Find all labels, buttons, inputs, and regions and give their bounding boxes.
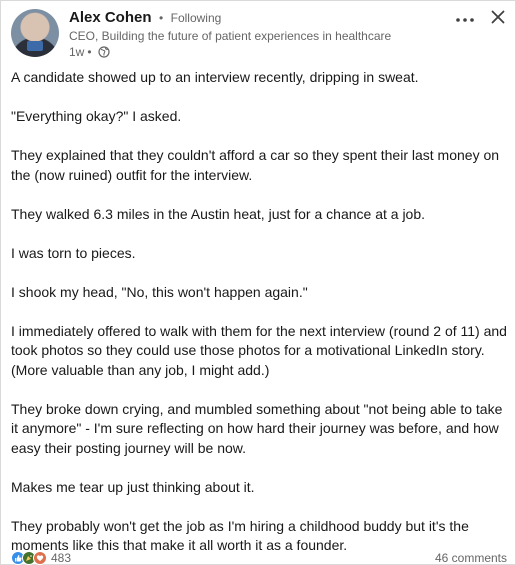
more-horizontal-icon [455, 10, 475, 28]
post-paragraph: They walked 6.3 miles in the Austin heat… [11, 205, 426, 222]
reaction-icons [11, 551, 47, 565]
post-paragraph: "Everything okay?" I asked. [11, 108, 182, 124]
globe-icon [97, 46, 110, 58]
name-separator: • [158, 11, 164, 25]
author-meta: Alex Cohen • Following CEO, Building the… [69, 9, 449, 60]
post-paragraph: They explained that they couldn't afford… [11, 147, 500, 183]
close-icon [491, 10, 505, 29]
post-paragraph: Makes me tear up just thinking about it. [11, 478, 255, 495]
time-separator: • [87, 45, 92, 59]
more-options-button[interactable] [453, 9, 477, 29]
feed-post: Alex Cohen • Following CEO, Building the… [0, 0, 516, 565]
reaction-count: 483 [51, 551, 72, 565]
social-counts: 483 46 comments [11, 550, 507, 565]
post-controls [453, 9, 507, 29]
author-avatar[interactable] [11, 9, 59, 57]
post-paragraph: They broke down crying, and mumbled some… [11, 400, 503, 456]
comments-count[interactable]: 46 comments [435, 551, 507, 565]
post-paragraph: I shook my head, "No, this won't happen … [11, 283, 308, 300]
post-time: 1w [69, 45, 85, 59]
post-time-row: 1w • [69, 44, 449, 60]
post-paragraph: A candidate showed up to an interview re… [11, 69, 419, 85]
author-name[interactable]: Alex Cohen [69, 9, 152, 26]
post-body: A candidate showed up to an interview re… [11, 68, 511, 565]
reactions-summary[interactable]: 483 [11, 551, 71, 565]
author-name-row: Alex Cohen • Following [69, 9, 449, 27]
love-icon [33, 551, 47, 565]
close-button[interactable] [489, 10, 507, 28]
post-paragraph: I immediately offered to walk with them … [11, 322, 507, 378]
follow-status: Following [170, 11, 222, 25]
author-headline: CEO, Building the future of patient expe… [69, 29, 392, 43]
post-header: Alex Cohen • Following CEO, Building the… [11, 9, 507, 59]
post-paragraph: I was torn to pieces. [11, 244, 136, 261]
